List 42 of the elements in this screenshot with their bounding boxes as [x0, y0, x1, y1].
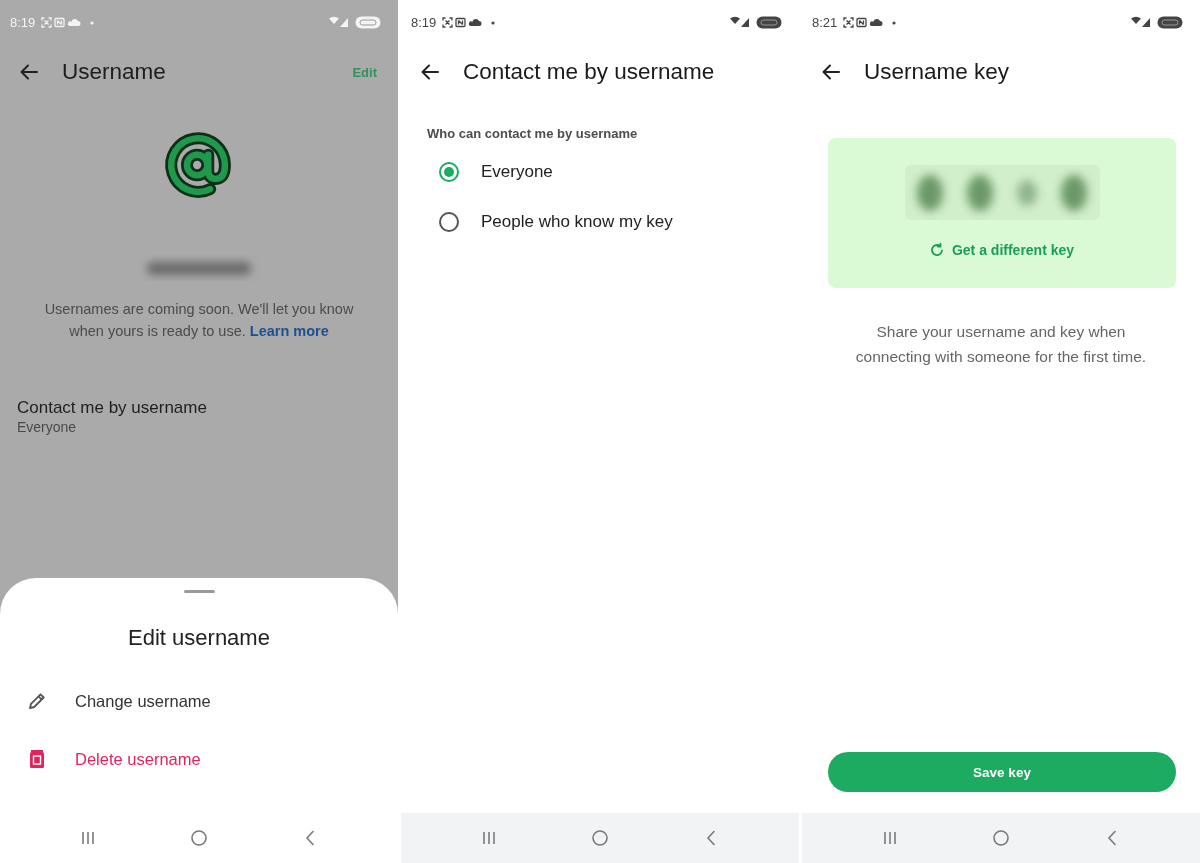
home-icon[interactable]: [191, 830, 207, 846]
refresh-icon: [929, 243, 944, 257]
sheet-menu-item[interactable]: Delete username: [0, 730, 201, 788]
section-label: Who can contact me by username: [427, 125, 638, 143]
screen-title: Username: [62, 59, 167, 85]
screen-title: Username key: [864, 59, 1011, 85]
battery-icon: [355, 15, 381, 29]
signal-icon: [329, 16, 349, 28]
recent-apps-icon[interactable]: [80, 830, 96, 846]
screen-title: Contact me by username: [463, 59, 716, 85]
home-icon[interactable]: [993, 830, 1009, 846]
signal-icon: [730, 16, 750, 28]
radio-icon[interactable]: [439, 162, 459, 182]
recent-apps-icon[interactable]: [882, 830, 898, 846]
drag-handle[interactable]: [183, 590, 215, 593]
notification-icons: [442, 16, 497, 28]
notification-icons: [41, 16, 96, 28]
get-different-key-button[interactable]: Get a different key: [929, 240, 1075, 260]
recent-apps-icon[interactable]: [481, 830, 497, 846]
sheet-menu-item[interactable]: Change username: [0, 672, 211, 730]
battery-icon: [1157, 15, 1183, 29]
battery-icon: [756, 15, 782, 29]
contact-setting-item[interactable]: Contact me by username Everyone: [17, 398, 207, 436]
back-arrow-icon[interactable]: [421, 64, 439, 80]
status-time: 8:19: [10, 14, 36, 30]
back-arrow-icon[interactable]: [822, 64, 840, 80]
home-icon[interactable]: [592, 830, 608, 846]
notification-icons: [843, 16, 898, 28]
sheet-title: Edit username: [128, 625, 270, 651]
trash-icon: [27, 749, 47, 769]
radio-option[interactable]: People who know my key: [401, 197, 673, 247]
save-key-button[interactable]: Save key: [828, 752, 1176, 792]
description-text: Share your username and key when connecting with someone for the first time.: [854, 322, 1148, 367]
pencil-icon: [27, 691, 47, 711]
radio-icon[interactable]: [439, 212, 459, 232]
status-time: 8:21: [812, 14, 838, 30]
radio-option[interactable]: Everyone: [401, 147, 553, 197]
learn-more-link[interactable]: Learn more: [249, 323, 329, 339]
signal-icon: [1131, 16, 1151, 28]
description-text: Usernames are coming soon. We'll let you know when yours is ready to use. Learn more: [43, 300, 355, 341]
status-time: 8:19: [411, 14, 437, 30]
back-arrow-icon[interactable]: [20, 64, 38, 80]
